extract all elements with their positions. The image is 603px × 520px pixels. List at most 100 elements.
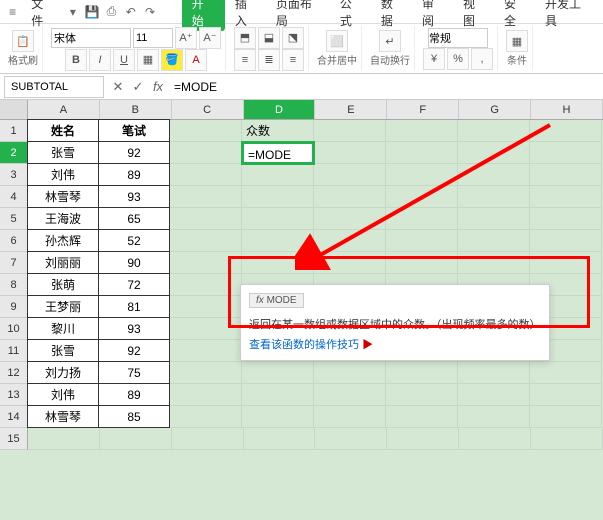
cell[interactable] xyxy=(314,142,386,164)
cell[interactable] xyxy=(386,384,458,406)
tooltip-help-link[interactable]: 查看该函数的操作技巧 ▶ xyxy=(249,339,373,351)
cell[interactable] xyxy=(28,428,100,450)
cell[interactable]: 52 xyxy=(98,229,170,252)
row-header[interactable]: 14 xyxy=(0,406,28,428)
cell[interactable] xyxy=(530,208,602,230)
cell[interactable] xyxy=(530,230,602,252)
cell[interactable] xyxy=(170,296,242,318)
underline-button[interactable]: U xyxy=(113,49,135,71)
cell[interactable] xyxy=(459,428,531,450)
cell[interactable] xyxy=(314,384,386,406)
cell[interactable] xyxy=(242,384,314,406)
cell[interactable]: 81 xyxy=(98,295,170,318)
cell[interactable]: 众数 xyxy=(242,120,314,142)
cell[interactable] xyxy=(170,164,242,186)
cell[interactable] xyxy=(244,428,316,450)
cell[interactable] xyxy=(314,120,386,142)
cell[interactable] xyxy=(242,186,314,208)
row-header[interactable]: 8 xyxy=(0,274,28,296)
cell[interactable] xyxy=(386,164,458,186)
cell[interactable]: 92 xyxy=(98,339,170,362)
cell[interactable]: 张雪 xyxy=(27,141,99,164)
cell[interactable] xyxy=(458,252,530,274)
cell[interactable]: 93 xyxy=(98,317,170,340)
row-header[interactable]: 15 xyxy=(0,428,28,450)
row-header[interactable]: 9 xyxy=(0,296,28,318)
cell[interactable] xyxy=(170,362,242,384)
align-top-button[interactable]: ⬒ xyxy=(234,27,256,49)
cell[interactable]: 刘力扬 xyxy=(27,361,99,384)
name-box[interactable]: SUBTOTAL xyxy=(4,76,104,98)
cell[interactable] xyxy=(242,164,314,186)
cell[interactable] xyxy=(242,208,314,230)
select-all-corner[interactable] xyxy=(0,100,28,119)
cell[interactable]: 刘伟 xyxy=(27,163,99,186)
cell[interactable] xyxy=(314,252,386,274)
cell[interactable] xyxy=(170,208,242,230)
cell[interactable] xyxy=(458,362,530,384)
cell[interactable] xyxy=(315,428,387,450)
cell[interactable]: 孙杰辉 xyxy=(27,229,99,252)
cell[interactable]: 张萌 xyxy=(27,273,99,296)
cell[interactable]: 张雪 xyxy=(27,339,99,362)
row-header[interactable]: 2 xyxy=(0,142,28,164)
cell[interactable] xyxy=(242,406,314,428)
align-right-button[interactable]: ≡ xyxy=(282,49,304,71)
col-header-E[interactable]: E xyxy=(315,100,387,119)
row-header[interactable]: 6 xyxy=(0,230,28,252)
cell[interactable] xyxy=(530,406,602,428)
row-header[interactable]: 1 xyxy=(0,120,28,142)
align-center-button[interactable]: ≣ xyxy=(258,49,280,71)
cell[interactable] xyxy=(170,340,242,362)
cell[interactable] xyxy=(458,384,530,406)
save-icon[interactable]: 💾 xyxy=(84,3,101,21)
print-icon[interactable]: ⎙ xyxy=(103,3,120,21)
cell[interactable] xyxy=(386,120,458,142)
cell[interactable] xyxy=(530,142,602,164)
cell[interactable] xyxy=(386,186,458,208)
row-header[interactable]: 4 xyxy=(0,186,28,208)
cell[interactable] xyxy=(530,362,602,384)
cell[interactable] xyxy=(386,142,458,164)
cell[interactable] xyxy=(458,120,530,142)
font-color-button[interactable]: A xyxy=(185,49,207,71)
cell[interactable] xyxy=(530,120,602,142)
cell[interactable] xyxy=(172,428,244,450)
col-header-C[interactable]: C xyxy=(172,100,244,119)
cell[interactable] xyxy=(242,252,314,274)
comma-button[interactable]: , xyxy=(471,48,493,70)
cell[interactable] xyxy=(170,186,242,208)
cell[interactable] xyxy=(170,318,242,340)
cell[interactable]: 85 xyxy=(98,405,170,428)
cell[interactable] xyxy=(530,186,602,208)
cell[interactable]: 林雪琴 xyxy=(27,185,99,208)
cell[interactable] xyxy=(314,230,386,252)
italic-button[interactable]: I xyxy=(89,49,111,71)
cell[interactable] xyxy=(314,186,386,208)
cell[interactable]: 黎川 xyxy=(27,317,99,340)
cell[interactable] xyxy=(386,230,458,252)
cell[interactable] xyxy=(458,164,530,186)
cell[interactable] xyxy=(314,362,386,384)
decrease-font-button[interactable]: A⁻ xyxy=(199,27,221,49)
cancel-formula-button[interactable]: ✕ xyxy=(108,77,128,97)
col-header-H[interactable]: H xyxy=(531,100,603,119)
formula-input[interactable] xyxy=(168,76,603,98)
font-select[interactable] xyxy=(51,28,131,48)
hamburger-icon[interactable]: ≡ xyxy=(4,3,21,21)
size-select[interactable] xyxy=(133,28,173,48)
cell[interactable]: 笔试 xyxy=(98,119,170,142)
paste-button[interactable]: 📋 xyxy=(12,30,34,52)
border-button[interactable]: ▦ xyxy=(137,49,159,71)
cell[interactable] xyxy=(314,406,386,428)
cell[interactable] xyxy=(170,230,242,252)
cell[interactable] xyxy=(458,406,530,428)
cell[interactable] xyxy=(458,230,530,252)
conditional-format-button[interactable]: ▦ xyxy=(506,30,528,52)
cell[interactable] xyxy=(387,428,459,450)
col-header-A[interactable]: A xyxy=(28,100,100,119)
row-header[interactable]: 10 xyxy=(0,318,28,340)
fx-button[interactable]: fx xyxy=(148,77,168,97)
col-header-F[interactable]: F xyxy=(387,100,459,119)
bold-button[interactable]: B xyxy=(65,49,87,71)
